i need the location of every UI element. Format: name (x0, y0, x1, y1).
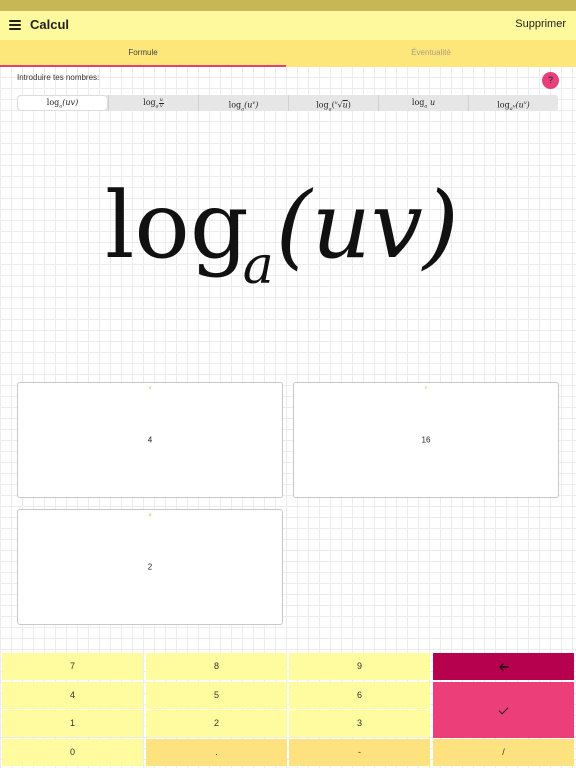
formula-display: loga(uv) (105, 180, 459, 293)
formula-option-log-quotient[interactable]: loga u v (108, 95, 198, 111)
key-2[interactable]: 2 (146, 710, 287, 737)
tab-eventuality[interactable]: Éventualité (288, 40, 574, 67)
formula-selector: loga(uv) loga u v loga(uv) loga(v√u) loga … (17, 95, 558, 112)
key-7[interactable]: 7 (2, 653, 143, 680)
delete-button[interactable]: Supprimer (515, 18, 566, 30)
formula-option-log-power[interactable]: loga(uv) (198, 95, 288, 112)
input-a-label: a (148, 512, 152, 518)
input-v-label: v (424, 385, 428, 391)
key-1[interactable]: 1 (2, 710, 143, 737)
input-u-value: 4 (147, 435, 153, 445)
tab-formula[interactable]: Formule (0, 40, 286, 67)
help-button[interactable]: ? (542, 72, 559, 89)
key-9[interactable]: 9 (289, 653, 430, 680)
formula-base: a (242, 236, 274, 296)
input-v-value: 16 (421, 435, 431, 445)
tab-bar: Formule Éventualité (0, 40, 576, 67)
key-minus[interactable]: - (289, 739, 430, 766)
key-4[interactable]: 4 (2, 682, 143, 709)
key-8[interactable]: 8 (146, 653, 287, 680)
confirm-button[interactable] (433, 682, 574, 738)
input-prompt: Introduire tes nombres: (17, 73, 100, 82)
key-6[interactable]: 6 (289, 682, 430, 709)
numeric-keypad: 7 8 9 4 5 6 1 2 3 0 . - / (0, 652, 576, 768)
input-v[interactable]: v 16 (293, 382, 559, 498)
formula-function: log (105, 172, 249, 279)
formula-argument: (uv) (275, 172, 459, 279)
key-3[interactable]: 3 (289, 710, 430, 737)
app-bar: Calcul Supprimer (0, 11, 576, 40)
input-a[interactable]: a 2 (17, 509, 283, 625)
check-icon (498, 704, 509, 715)
key-decimal[interactable]: . (146, 739, 287, 766)
key-divide[interactable]: / (433, 739, 574, 766)
formula-option-log-base-power[interactable]: logav(uv) (468, 95, 558, 112)
backspace-arrow-icon (498, 662, 509, 671)
app-title: Calcul (30, 17, 70, 32)
backspace-button[interactable] (433, 653, 574, 680)
key-5[interactable]: 5 (146, 682, 287, 709)
status-bar (0, 0, 576, 11)
formula-option-log-single[interactable]: loga u (378, 95, 468, 111)
input-a-value: 2 (147, 562, 153, 572)
input-u[interactable]: u 4 (17, 382, 283, 498)
input-u-label: u (148, 385, 152, 391)
hamburger-menu-icon[interactable] (9, 19, 21, 31)
formula-option-log-root[interactable]: loga(v√u) (288, 95, 378, 112)
key-0[interactable]: 0 (2, 739, 143, 766)
formula-option-log-product[interactable]: loga(uv) (18, 96, 107, 110)
